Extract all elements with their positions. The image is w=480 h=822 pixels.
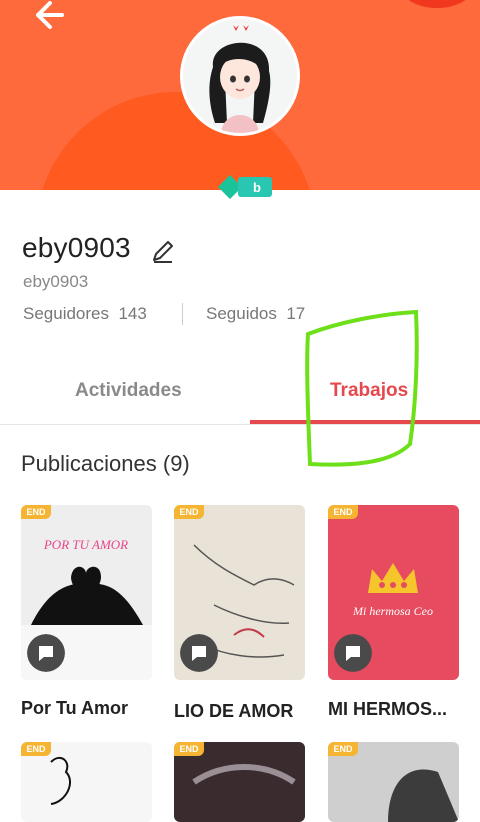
- following-label: Seguidos: [206, 304, 277, 323]
- end-badge: END: [21, 742, 51, 756]
- edit-pencil-icon[interactable]: [150, 238, 176, 264]
- tab-actividades[interactable]: Actividades: [75, 380, 182, 402]
- publications-heading: Publicaciones (9): [21, 451, 190, 476]
- followers-count: 143: [118, 304, 147, 323]
- back-arrow-icon[interactable]: [30, 0, 70, 34]
- chat-bubble-icon: [334, 634, 372, 672]
- following-count: 17: [286, 304, 306, 323]
- svg-text:POR TU AMOR: POR TU AMOR: [43, 537, 128, 552]
- work-card[interactable]: END: [174, 742, 305, 822]
- work-card[interactable]: END: [328, 742, 459, 822]
- profile-handle: eby0903: [23, 272, 89, 291]
- tab-trabajos[interactable]: Trabajos: [330, 380, 408, 402]
- avatar[interactable]: [180, 16, 300, 136]
- header-corner-decoration: [400, 0, 474, 8]
- followers-stat[interactable]: Seguidores 143: [23, 304, 147, 323]
- profile-tabs: Actividades Trabajos: [0, 360, 480, 425]
- active-tab-indicator: [250, 420, 480, 424]
- svg-text:b: b: [253, 180, 261, 195]
- work-card[interactable]: END: [21, 742, 152, 822]
- work-title[interactable]: LIO DE AMOR: [174, 701, 293, 722]
- stats-divider: [182, 303, 183, 325]
- level-badge-icon: b: [218, 175, 272, 199]
- end-badge: END: [328, 505, 358, 519]
- profile-header: [0, 0, 480, 190]
- following-stat[interactable]: Seguidos 17: [206, 304, 305, 324]
- work-card[interactable]: END: [174, 505, 305, 680]
- end-badge: END: [174, 742, 204, 756]
- end-badge: END: [328, 742, 358, 756]
- work-card[interactable]: POR TU AMOR END: [21, 505, 152, 680]
- work-title[interactable]: MI HERMOS...: [328, 699, 447, 720]
- end-badge: END: [21, 505, 51, 519]
- work-title[interactable]: Por Tu Amor: [21, 698, 128, 719]
- profile-username: eby0903: [22, 232, 131, 263]
- end-badge: END: [174, 505, 204, 519]
- profile-stats: Seguidores 143: [23, 304, 147, 324]
- svg-text:Mi hermosa Ceo: Mi hermosa Ceo: [352, 604, 433, 618]
- followers-label: Seguidores: [23, 304, 110, 323]
- chat-bubble-icon: [180, 634, 218, 672]
- work-card[interactable]: Mi hermosa Ceo END: [328, 505, 459, 680]
- chat-bubble-icon: [27, 634, 65, 672]
- avatar-illustration: [183, 19, 297, 133]
